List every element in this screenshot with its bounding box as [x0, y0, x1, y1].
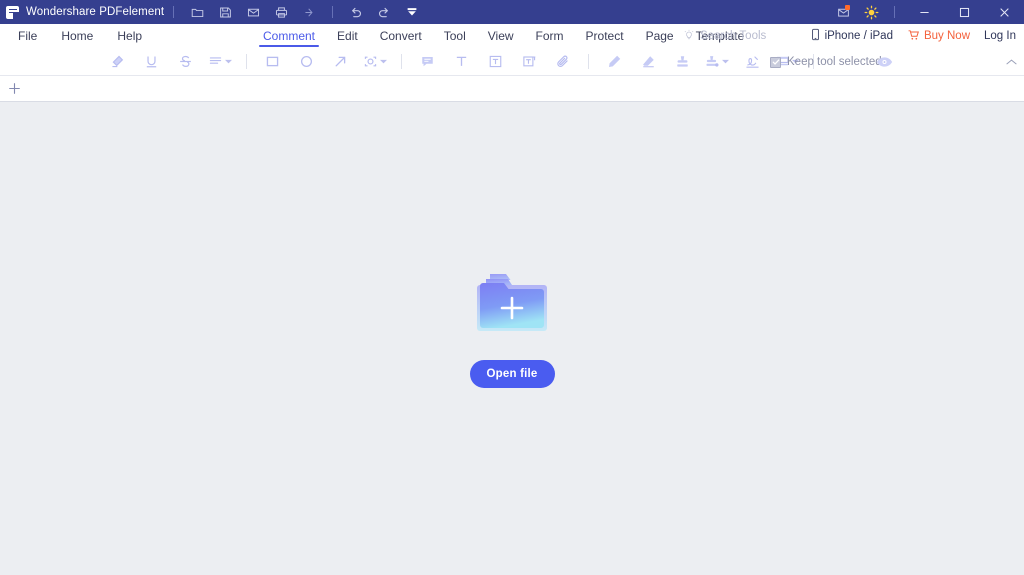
- theme-sun-icon[interactable]: [860, 2, 882, 22]
- empty-state-dropzone: Open file: [469, 272, 555, 388]
- buy-now-button[interactable]: Buy Now: [907, 29, 970, 44]
- shapes-tool[interactable]: [363, 49, 387, 75]
- iphone-ipad-button[interactable]: iPhone / iPad: [810, 28, 893, 44]
- attachment-tool[interactable]: [552, 49, 574, 75]
- text-callout-tool[interactable]: [518, 49, 540, 75]
- chevron-down-icon[interactable]: [380, 59, 387, 64]
- search-tools[interactable]: Search Tools: [683, 24, 766, 48]
- tab-comment[interactable]: Comment: [252, 24, 326, 48]
- buy-now-label: Buy Now: [923, 30, 971, 42]
- highlight-tool[interactable]: [106, 49, 128, 75]
- maximize-button[interactable]: [944, 0, 984, 24]
- tab-edit[interactable]: Edit: [326, 24, 369, 48]
- title-bar: Wondershare PDFelement: [0, 0, 1024, 24]
- signature-tool[interactable]: [741, 49, 763, 75]
- chevron-down-icon[interactable]: [722, 59, 729, 64]
- menu-item-help[interactable]: Help: [105, 24, 154, 48]
- comment-toolbar: Keep tool selected: [0, 48, 1024, 76]
- search-tools-placeholder: Search Tools: [700, 30, 767, 42]
- add-file-folder-icon[interactable]: [474, 272, 550, 338]
- document-canvas: Open file: [0, 102, 1024, 573]
- tab-form[interactable]: Form: [525, 24, 575, 48]
- undo-icon[interactable]: [345, 2, 367, 22]
- document-tab-strip: [0, 76, 1024, 102]
- arrow-tool[interactable]: [329, 49, 351, 75]
- menu-item-home[interactable]: Home: [49, 24, 105, 48]
- customize-toolbar-icon[interactable]: [401, 2, 423, 22]
- tab-convert[interactable]: Convert: [369, 24, 433, 48]
- email-icon[interactable]: [242, 2, 264, 22]
- menu-left-group: File Home Help: [0, 24, 154, 48]
- app-logo-icon: [6, 5, 19, 19]
- quick-access-toolbar: [183, 2, 323, 22]
- text-box-tool[interactable]: [484, 49, 506, 75]
- minimize-button[interactable]: [904, 0, 944, 24]
- rectangle-tool[interactable]: [261, 49, 283, 75]
- history-actions: [342, 2, 426, 22]
- titlebar-divider-3: [894, 6, 895, 18]
- tab-view[interactable]: View: [477, 24, 525, 48]
- open-folder-icon[interactable]: [186, 2, 208, 22]
- toolbar-divider-2: [401, 54, 402, 69]
- log-in-label: Log In: [984, 30, 1016, 42]
- cart-icon: [907, 29, 920, 44]
- ribbon-tabs: Comment Edit Convert Tool View Form Prot…: [252, 24, 755, 48]
- tab-page[interactable]: Page: [635, 24, 685, 48]
- save-icon[interactable]: [214, 2, 236, 22]
- window-title: Wondershare PDFelement: [26, 6, 165, 18]
- message-badge: [845, 5, 850, 10]
- typewriter-tool[interactable]: [450, 49, 472, 75]
- menu-item-file[interactable]: File: [6, 24, 49, 48]
- tab-protect[interactable]: Protect: [575, 24, 635, 48]
- menu-right-group: iPhone / iPad Buy Now Log In: [796, 24, 1016, 48]
- print-icon[interactable]: [270, 2, 292, 22]
- underline-tool[interactable]: [140, 49, 162, 75]
- keep-tool-selected-checkbox[interactable]: Keep tool selected: [770, 48, 882, 76]
- squiggly-tool[interactable]: [208, 49, 232, 75]
- close-button[interactable]: [984, 0, 1024, 24]
- stamp-tool[interactable]: [671, 49, 693, 75]
- pencil-tool[interactable]: [603, 49, 625, 75]
- lightbulb-icon: [683, 29, 695, 44]
- keep-tool-selected-label: Keep tool selected: [787, 56, 882, 68]
- collapse-ribbon-button[interactable]: [1006, 48, 1017, 76]
- checkbox-indicator[interactable]: [770, 56, 781, 68]
- titlebar-divider-2: [332, 6, 334, 18]
- message-icon[interactable]: [832, 2, 854, 22]
- toolbar-divider-1: [246, 54, 247, 69]
- titlebar-divider-1: [173, 6, 175, 18]
- tab-tool[interactable]: Tool: [433, 24, 477, 48]
- eraser-tool[interactable]: [637, 49, 659, 75]
- chevron-down-icon[interactable]: [225, 59, 232, 64]
- iphone-ipad-label: iPhone / iPad: [824, 30, 893, 42]
- hide-comments-icon[interactable]: [876, 48, 893, 76]
- titlebar-right-group: [829, 0, 1024, 24]
- note-tool[interactable]: [416, 49, 438, 75]
- strikethrough-tool[interactable]: [174, 49, 196, 75]
- redo-icon[interactable]: [373, 2, 395, 22]
- phone-icon: [810, 28, 821, 44]
- open-file-button[interactable]: Open file: [469, 359, 555, 388]
- new-tab-button[interactable]: [1, 76, 27, 102]
- log-in-button[interactable]: Log In: [984, 30, 1016, 42]
- menu-bar: File Home Help Comment Edit Convert Tool…: [0, 24, 1024, 48]
- toolbar-divider-3: [588, 54, 589, 69]
- custom-stamp-tool[interactable]: [705, 49, 729, 75]
- oval-tool[interactable]: [295, 49, 317, 75]
- share-icon[interactable]: [298, 2, 320, 22]
